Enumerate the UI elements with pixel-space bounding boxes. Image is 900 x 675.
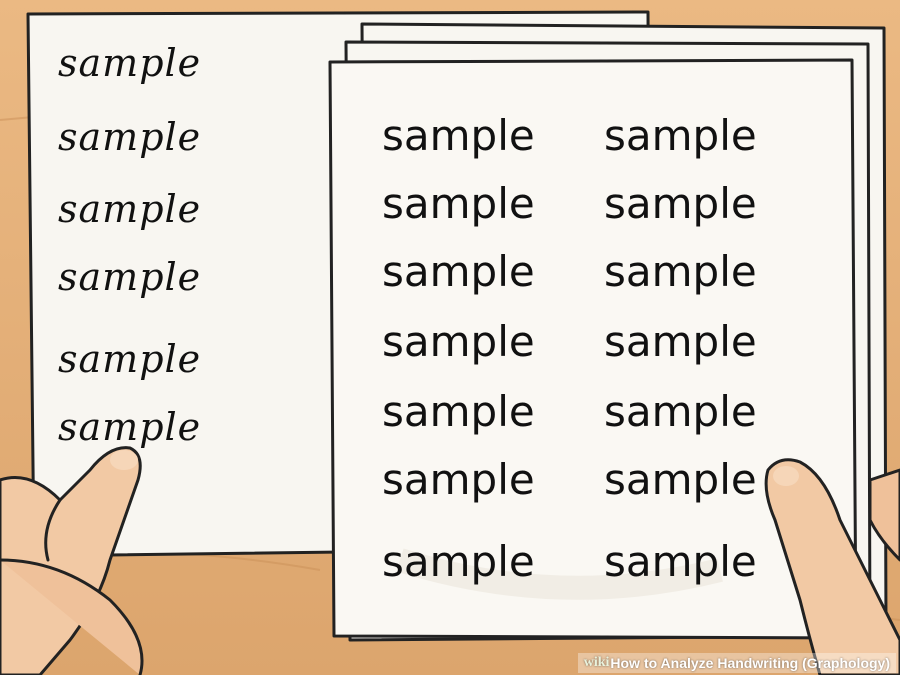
sample-word: sample [58,405,201,449]
sample-word: sample [382,455,535,504]
sample-word: sample [58,337,201,381]
sample-word: sample [382,247,535,296]
watermark-how: How [610,655,640,671]
sample-word: sample [604,537,757,586]
sample-word: sample [58,115,201,159]
sample-word: sample [604,179,757,228]
sample-word: sample [382,179,535,228]
sample-word: sample [382,317,535,366]
sample-word: sample [604,111,757,160]
sample-word: sample [382,537,535,586]
watermark-brand: wiki [583,655,610,670]
illustration-scene: sample sample sample sample sample sampl… [0,0,900,675]
sample-word: sample [604,247,757,296]
watermark: wiki How to Analyze Handwriting (Grapholog… [577,653,896,673]
sample-word: sample [58,41,201,85]
watermark-title: to Analyze Handwriting (Graphology) [643,655,890,671]
sample-word: sample [382,111,535,160]
sample-word: sample [604,317,757,366]
sample-word: sample [604,455,757,504]
sample-word: sample [58,187,201,231]
sample-word: sample [58,255,201,299]
sample-word: sample [382,387,535,436]
sample-word: sample [604,387,757,436]
